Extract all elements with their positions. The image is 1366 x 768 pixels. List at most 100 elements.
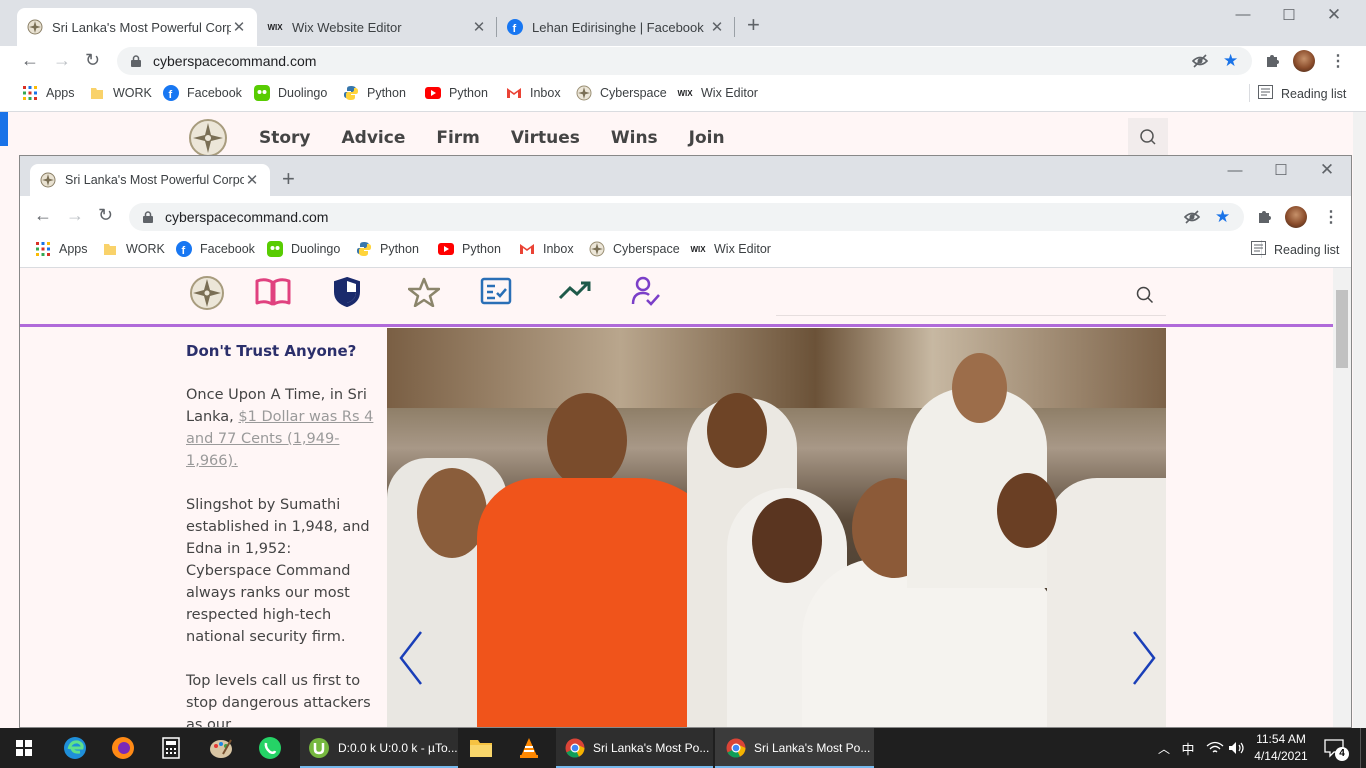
search-input[interactable] (776, 273, 1166, 316)
menu-dots-icon[interactable]: ⋮ (1330, 51, 1346, 71)
site-logo[interactable] (189, 275, 225, 314)
bookmark-duolingo[interactable]: Duolingo (254, 85, 327, 101)
close-tab-icon[interactable]: ✕ (244, 171, 260, 189)
calculator-icon[interactable] (147, 728, 195, 768)
menu-dots-icon[interactable]: ⋮ (1323, 207, 1339, 227)
close-window-button[interactable]: ✕ (1317, 160, 1337, 180)
minimize-button[interactable]: — (1225, 162, 1245, 179)
shield-icon[interactable] (332, 276, 362, 311)
photo-slideshow[interactable] (387, 328, 1166, 727)
taskbar-app-label: Sri Lanka's Most Po... (754, 741, 871, 755)
reload-button[interactable]: ↻ (85, 51, 100, 69)
taskbar-app-chrome-2[interactable]: Sri Lanka's Most Po... (715, 728, 874, 768)
vlc-icon[interactable] (507, 728, 551, 768)
bookmark-python[interactable]: Python (356, 241, 419, 257)
nav-divider (20, 324, 1333, 327)
taskbar-app-label: D:0.0 k U:0.0 k - µTo... (338, 741, 458, 755)
windows-start-button[interactable] (0, 728, 48, 768)
reading-list-button[interactable]: Reading list (1251, 241, 1339, 258)
firefox-icon[interactable] (99, 728, 147, 768)
nav-story[interactable]: Story (259, 128, 311, 148)
lock-icon (131, 55, 141, 67)
back-button[interactable]: ← (34, 206, 52, 224)
bookmark-python-youtube[interactable]: Python (425, 85, 488, 101)
previous-slide-arrow[interactable] (397, 628, 427, 688)
bookmark-facebook[interactable]: f Facebook (163, 85, 242, 101)
bookmark-apps[interactable]: Apps (22, 85, 75, 101)
tab-facebook[interactable]: f Lehan Edirisinghe | Facebook ✕ (497, 8, 735, 46)
nav-advice[interactable]: Advice (342, 128, 406, 148)
search-button[interactable] (1128, 118, 1168, 156)
scrollbar-thumb[interactable] (1336, 290, 1348, 368)
tab-cyberspace[interactable]: Sri Lanka's Most Powerful Corpor ✕ (17, 8, 257, 46)
tab-wix[interactable]: WIX Wix Website Editor ✕ (257, 8, 497, 46)
scrollbar[interactable] (1353, 112, 1366, 728)
close-tab-icon[interactable]: ✕ (709, 18, 725, 36)
avatar[interactable] (1285, 206, 1307, 228)
close-window-button[interactable]: ✕ (1324, 5, 1344, 25)
paint-icon[interactable] (197, 728, 245, 768)
taskbar-app-utorrent[interactable]: D:0.0 k U:0.0 k - µTo... (300, 728, 458, 768)
bookmark-duolingo[interactable]: Duolingo (267, 241, 340, 257)
bookmark-apps[interactable]: Apps (35, 241, 88, 257)
user-check-icon[interactable] (630, 275, 662, 310)
back-button[interactable]: ← (21, 51, 39, 69)
bookmark-python-youtube[interactable]: Python (438, 241, 501, 257)
edge-icon[interactable] (51, 728, 99, 768)
clock-date: 4/14/2021 (1254, 749, 1308, 763)
book-icon[interactable] (255, 277, 291, 310)
volume-icon[interactable] (1227, 728, 1247, 768)
address-bar[interactable]: cyberspacecommand.com ★ (117, 47, 1252, 75)
clock[interactable]: 11:54 AM 4/14/2021 (1251, 731, 1311, 765)
eye-off-icon[interactable] (1183, 208, 1201, 229)
eye-off-icon[interactable] (1191, 52, 1209, 73)
close-tab-icon[interactable]: ✕ (471, 18, 487, 36)
gmail-icon (519, 241, 535, 257)
checklist-icon[interactable] (480, 277, 512, 308)
forward-button[interactable]: → (53, 51, 71, 69)
whatsapp-icon[interactable] (246, 728, 294, 768)
new-tab-button[interactable]: + (747, 14, 760, 36)
new-tab-button[interactable]: + (282, 168, 295, 190)
search-icon[interactable] (1136, 286, 1154, 307)
file-explorer-icon[interactable] (459, 728, 503, 768)
ime-indicator[interactable]: 中 (1178, 728, 1198, 768)
wifi-icon[interactable] (1204, 728, 1226, 768)
bookmark-inbox[interactable]: Inbox (506, 85, 561, 101)
show-desktop-button[interactable] (1360, 728, 1366, 768)
bookmark-inbox[interactable]: Inbox (519, 241, 574, 257)
bookmark-wix-editor[interactable]: WIX Wix Editor (677, 85, 758, 101)
reload-button[interactable]: ↻ (98, 206, 113, 224)
maximize-button[interactable]: ☐ (1271, 161, 1291, 179)
nav-join[interactable]: Join (689, 128, 725, 148)
bookmark-work[interactable]: WORK (89, 85, 152, 101)
trend-up-icon[interactable] (558, 280, 592, 305)
bookmark-python[interactable]: Python (343, 85, 406, 101)
chevron-up-icon[interactable]: ︿ (1155, 728, 1173, 768)
tab-cyberspace[interactable]: Sri Lanka's Most Powerful Corpor ✕ (30, 164, 270, 196)
forward-button[interactable]: → (66, 206, 84, 224)
close-tab-icon[interactable]: ✕ (231, 18, 247, 36)
bookmark-facebook[interactable]: f Facebook (176, 241, 255, 257)
address-bar[interactable]: cyberspacecommand.com ★ (129, 203, 1244, 231)
bookmark-wix-editor[interactable]: WIX Wix Editor (690, 241, 771, 257)
bookmark-cyberspace[interactable]: Cyberspace (576, 85, 667, 101)
bookmark-star-icon[interactable]: ★ (1223, 51, 1238, 71)
nav-wins[interactable]: Wins (611, 128, 658, 148)
extensions-icon[interactable] (1264, 52, 1280, 71)
nav-firm[interactable]: Firm (436, 128, 480, 148)
bookmark-star-icon[interactable]: ★ (1215, 207, 1230, 227)
avatar[interactable] (1293, 50, 1315, 72)
notifications-button[interactable]: 4 (1320, 728, 1350, 768)
extensions-icon[interactable] (1256, 208, 1272, 227)
scrollbar[interactable] (1333, 268, 1351, 727)
nav-virtues[interactable]: Virtues (511, 128, 580, 148)
reading-list-button[interactable]: Reading list (1258, 85, 1346, 102)
taskbar-app-chrome-1[interactable]: Sri Lanka's Most Po... (556, 728, 713, 768)
maximize-button[interactable]: ☐ (1279, 6, 1299, 24)
next-slide-arrow[interactable] (1128, 628, 1158, 688)
star-icon[interactable] (407, 277, 441, 310)
bookmark-cyberspace[interactable]: Cyberspace (589, 241, 680, 257)
bookmark-work[interactable]: WORK (102, 241, 165, 257)
minimize-button[interactable]: — (1233, 6, 1253, 23)
